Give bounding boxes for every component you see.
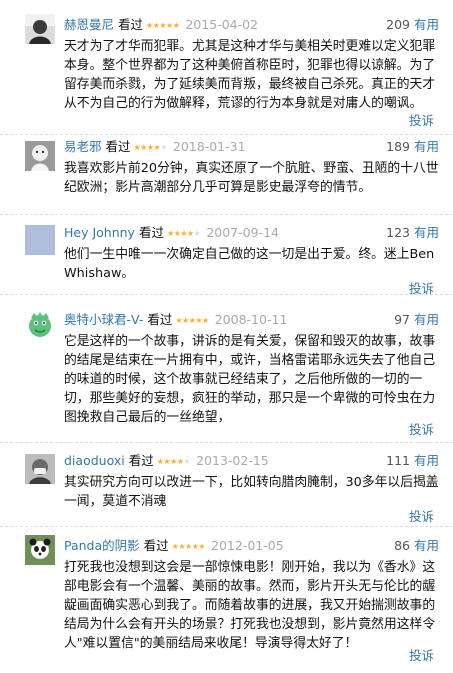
review-header: Panda的阴影 看过 ★★★★★ 2012-01-05 86 有用	[64, 537, 439, 555]
author-link[interactable]: diaoduoxi	[64, 453, 125, 468]
review-item: Panda的阴影 看过 ★★★★★ 2012-01-05 86 有用 打死我也没想到这会…	[0, 527, 453, 673]
review-date: 2012-01-05	[211, 538, 284, 553]
review-header: 赫恩曼尼 看过 ★★★★★ 2015-04-02 209 有用	[64, 16, 439, 34]
review-item: 赫恩曼尼 看过 ★★★★★ 2015-04-02 209 有用 天才为了才华而犯罪。尤其…	[0, 0, 453, 135]
vote-count: 209	[386, 17, 410, 32]
review-date: 2018-01-31	[172, 139, 246, 154]
vote-area: 97 有用	[394, 311, 439, 329]
review-text: 我喜欢影片前20分钟，真实还原了一个肮脏、野蛮、丑陋的十八世纪欧洲；影片高潮部分…	[64, 161, 439, 195]
vote-area: 111 有用	[386, 452, 439, 470]
vote-area: 86 有用	[394, 537, 439, 555]
author-link[interactable]: Hey Johnny	[64, 225, 135, 240]
seen-label: 看过	[105, 139, 131, 154]
review-item: Hey Johnny 看过 ★★★★★ 2007-09-14 123 有用 他们一生中唯…	[0, 215, 453, 296]
vote-useful-button[interactable]: 有用	[414, 538, 439, 553]
rating-stars: ★★★★★	[166, 229, 201, 238]
vote-count: 123	[386, 225, 410, 240]
review-text: 他们一生中唯一一次确定自己做的这一切是出于爱。终。迷上Ben Whishaw。	[64, 247, 435, 281]
review-item: 奥特小球君-V- 看过 ★★★★★ 2008-10-11 97 有用 它是这样的一个故事…	[0, 295, 453, 443]
avatar-image	[25, 14, 55, 44]
seen-label: 看过	[118, 17, 144, 32]
avatar-image	[25, 225, 55, 255]
review-item: diaoduoxi 看过 ★★★★★ 2013-02-15 111 有用 其实研究方向可…	[0, 443, 453, 527]
author-link[interactable]: 易老邪	[64, 139, 102, 154]
avatar[interactable]	[25, 454, 55, 484]
review-date: 2007-09-14	[206, 225, 279, 240]
avatar[interactable]	[25, 141, 55, 171]
rating-stars: ★★★★★	[175, 316, 209, 325]
rating-stars: ★★★★★	[133, 143, 168, 152]
review-header: diaoduoxi 看过 ★★★★★ 2013-02-15 111 有用	[64, 452, 439, 470]
review-text: 其实研究方向可以改进一下，比如转向腊肉腌制，30多年以后揭盖一闻，莫道不消魂	[64, 475, 439, 509]
rating-stars: ★★★★★	[171, 542, 206, 551]
avatar[interactable]	[25, 535, 55, 565]
seen-label: 看过	[138, 225, 164, 240]
author-link[interactable]: Panda的阴影	[64, 538, 140, 553]
avatar[interactable]	[25, 225, 55, 255]
review-header: Hey Johnny 看过 ★★★★★ 2007-09-14 123 有用	[64, 224, 439, 242]
vote-count: 111	[386, 453, 410, 468]
seen-label: 看过	[143, 538, 169, 553]
rating-stars: ★★★★★	[146, 21, 180, 30]
vote-area: 209 有用	[386, 16, 439, 34]
report-link[interactable]: 投诉	[409, 419, 434, 438]
vote-area: 189 有用	[386, 138, 439, 156]
review-date: 2008-10-11	[214, 312, 288, 327]
author-link[interactable]: 奥特小球君-V-	[64, 312, 143, 327]
seen-label: 看过	[147, 312, 173, 327]
review-date: 2015-04-02	[185, 17, 259, 32]
review-header: 奥特小球君-V- 看过 ★★★★★ 2008-10-11 97 有用	[64, 311, 439, 329]
vote-useful-button[interactable]: 有用	[414, 225, 439, 240]
vote-count: 86	[394, 538, 410, 553]
avatar-image	[25, 535, 55, 565]
report-link[interactable]: 投诉	[409, 506, 434, 525]
vote-count: 189	[386, 139, 410, 154]
seen-label: 看过	[128, 453, 154, 468]
avatar[interactable]	[25, 14, 55, 44]
vote-useful-button[interactable]: 有用	[414, 312, 439, 327]
review-text: 它是这样的一个故事，讲诉的是有关爱，保留和毁灭的故事，故事的结尾是结束在一片拥有…	[64, 334, 436, 425]
vote-count: 97	[394, 312, 410, 327]
author-link[interactable]: 赫恩曼尼	[64, 17, 114, 32]
review-text: 天才为了才华而犯罪。尤其是这种才华与美相关时更难以定义犯罪本身。整个世界都为了这…	[64, 39, 436, 111]
report-link[interactable]: 投诉	[409, 110, 434, 129]
review-date: 2013-02-15	[196, 453, 269, 468]
vote-useful-button[interactable]: 有用	[414, 453, 439, 468]
rating-stars: ★★★★★	[156, 457, 191, 466]
avatar-image	[25, 310, 55, 340]
vote-useful-button[interactable]: 有用	[414, 17, 439, 32]
report-link[interactable]: 投诉	[409, 645, 434, 664]
review-text: 打死我也没想到这会是一部惊悚电影！刚开始，我以为《香水》这部电影会有一个温馨、美…	[64, 560, 436, 651]
vote-area: 123 有用	[386, 224, 439, 242]
review-item: 易老邪 看过 ★★★★★ 2018-01-31 189 有用 我喜欢影片前20分钟，真实…	[0, 135, 453, 215]
avatar-image	[25, 141, 55, 171]
vote-useful-button[interactable]: 有用	[414, 139, 439, 154]
avatar-image	[25, 454, 55, 484]
review-header: 易老邪 看过 ★★★★★ 2018-01-31 189 有用	[64, 138, 439, 156]
avatar[interactable]	[25, 310, 55, 340]
